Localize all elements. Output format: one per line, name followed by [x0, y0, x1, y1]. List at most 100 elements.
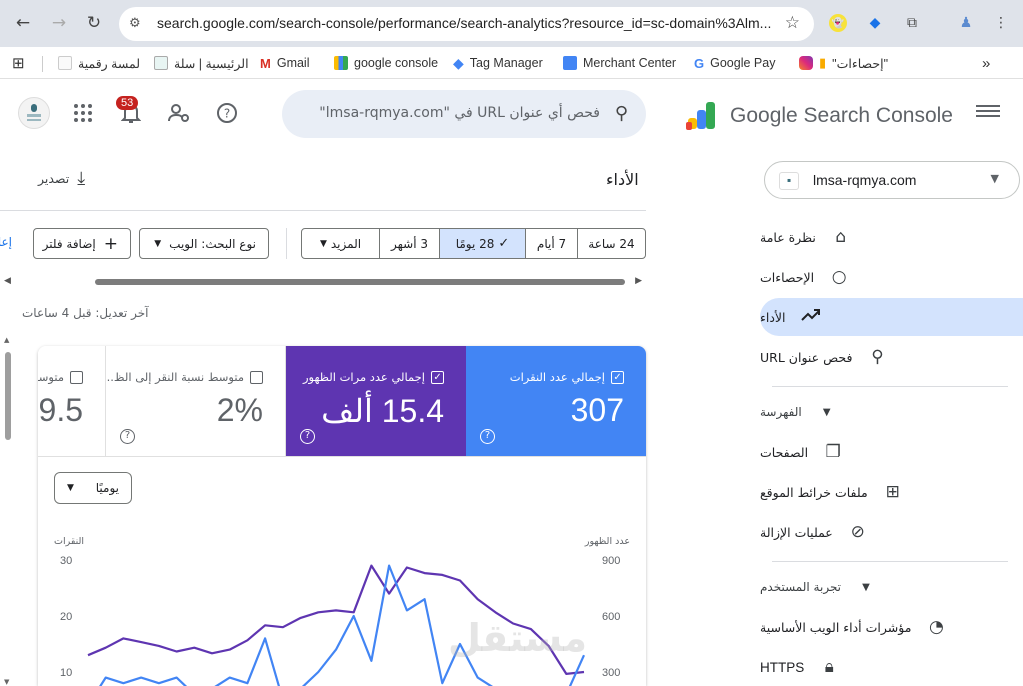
caret-down-icon: ▼: [67, 483, 74, 493]
sidebar-item-sitemaps[interactable]: ⊞ ملفات خرائط الموقع: [760, 473, 1023, 511]
bookmark-tag-manager[interactable]: ◆ Tag Manager: [453, 53, 543, 73]
bookmark-label: Tag Manager: [469, 56, 543, 70]
tag-extension-icon[interactable]: ◆: [864, 12, 886, 34]
search-type-filter[interactable]: نوع البحث: الويب ▼: [139, 228, 269, 259]
page-title: الأداء: [606, 170, 639, 189]
salla-icon: [154, 56, 168, 70]
sidebar-item-label: الصفحات: [760, 444, 809, 460]
scroll-up-icon[interactable]: ▲: [4, 336, 9, 344]
checkbox-checked-icon[interactable]: ✓: [611, 370, 624, 384]
account-avatar[interactable]: [18, 97, 50, 129]
bookmark-lamsa[interactable]: لمسة رقمية: [58, 53, 140, 73]
bookmark-analytics[interactable]: ▮ "إحصاءات": [799, 53, 888, 73]
checkbox-checked-icon[interactable]: ✓: [431, 370, 444, 384]
address-bar[interactable]: ⚙ search.google.com/search-console/perfo…: [119, 7, 814, 41]
merchant-center-icon: [563, 56, 577, 70]
lock-icon: 🔒︎: [824, 657, 834, 676]
property-selector[interactable]: ▪ lmsa-rqmya.com ▼: [764, 161, 1020, 199]
checkbox-unchecked-icon[interactable]: [250, 370, 263, 384]
bookmark-gmail[interactable]: M Gmail: [260, 53, 310, 73]
extensions-puzzle-icon[interactable]: ⧉: [901, 12, 923, 34]
help-icon[interactable]: ?: [480, 429, 495, 444]
bookmarks-overflow-icon[interactable]: »: [982, 53, 990, 73]
sidebar-item-https[interactable]: 🔒︎ HTTPS: [760, 648, 1023, 686]
search-type-label: نوع البحث: الويب: [169, 236, 256, 251]
help-icon[interactable]: ?: [214, 100, 240, 126]
add-filter-button[interactable]: + إضافة فلتر: [33, 228, 131, 259]
horizontal-scrollbar[interactable]: ◀ ▶: [0, 276, 646, 288]
bookmark-label: "إحصاءات": [832, 56, 888, 71]
search-placeholder: فحص أي عنوان URL في "lmsa-rqmya.com": [319, 105, 600, 121]
sidebar-item-core-web-vitals[interactable]: ◔ مؤشرات أداء الويب الأساسية: [760, 608, 1023, 646]
analytics-icon: ▮: [819, 55, 827, 70]
url-inspection-search[interactable]: فحص أي عنوان URL في "lmsa-rqmya.com" ⚲: [282, 90, 646, 138]
range-24h[interactable]: 24 ساعة: [577, 229, 645, 258]
metric-clicks[interactable]: ✓ إجمالي عدد النقرات 307 ?: [466, 346, 646, 456]
users-settings-icon[interactable]: [166, 100, 192, 126]
hamburger-menu-icon[interactable]: [976, 102, 1000, 122]
scrollbar-thumb[interactable]: [5, 352, 11, 440]
visibility-off-icon: ⊘: [850, 522, 865, 542]
forward-icon[interactable]: →: [46, 10, 72, 36]
metric-ctr[interactable]: متوسط نسبة النقر إلى الظ... 2% ?: [103, 346, 286, 456]
right-tick-label: 300: [602, 667, 620, 679]
address-url[interactable]: search.google.com/search-console/perform…: [157, 15, 777, 31]
lightbulb-icon: ○: [831, 267, 847, 287]
granularity-label: يوميًا: [95, 481, 119, 495]
sidebar-item-removals[interactable]: ⊘ عمليات الإزالة: [760, 513, 1023, 551]
lamsa-icon: [58, 56, 72, 70]
vertical-scrollbar[interactable]: ▲ ▼: [4, 336, 12, 686]
sidebar-item-label: نظرة عامة: [760, 229, 816, 245]
section-label: تجربة المستخدم: [760, 580, 842, 594]
sidebar-item-insights[interactable]: ○ الإحصاءات: [760, 258, 1023, 296]
range-label: 3 أشهر: [391, 236, 428, 251]
metric-value: 15.4 ألف: [321, 393, 444, 429]
granularity-dropdown[interactable]: يوميًا ▼: [54, 472, 132, 504]
search-icon[interactable]: ⚲: [615, 103, 628, 124]
export-button[interactable]: ⤓ تصدير: [38, 168, 85, 189]
instagram-icon: [799, 56, 813, 70]
plus-icon: +: [103, 233, 118, 254]
apps-grid-icon[interactable]: ⊞: [12, 53, 25, 73]
last-updated: آخر تعديل: قبل 4 ساعات: [22, 306, 149, 320]
scrollbar-thumb[interactable]: [95, 279, 625, 285]
profile-icon[interactable]: ♟: [955, 12, 977, 34]
sidebar-item-label: HTTPS: [760, 659, 805, 675]
caret-down-icon: ▼: [862, 581, 870, 593]
bookmark-google-pay[interactable]: G Google Pay: [694, 53, 775, 73]
range-more[interactable]: المزيد ▼: [302, 229, 379, 258]
metric-label: إجمالي عدد مرات الظهور: [303, 370, 425, 384]
browser-menu-icon[interactable]: ⋮: [990, 12, 1012, 34]
site-info-icon[interactable]: ⚙: [129, 16, 141, 31]
scroll-down-icon[interactable]: ▼: [4, 678, 9, 686]
bookmark-salla[interactable]: الرئيسية | سلة: [154, 53, 249, 73]
scroll-right-icon[interactable]: ▶: [635, 276, 642, 286]
google-icon: G: [694, 55, 705, 71]
range-7d[interactable]: 7 أيام: [525, 229, 577, 258]
sidebar-section-experience[interactable]: ▼ تجربة المستخدم: [760, 568, 1023, 606]
reset-filters-link[interactable]: إعا: [0, 235, 12, 249]
metric-impressions[interactable]: ✓ إجمالي عدد مرات الظهور 15.4 ألف ?: [286, 346, 466, 456]
checkbox-unchecked-icon[interactable]: [70, 370, 83, 384]
tag-manager-icon: ◆: [453, 54, 464, 71]
left-tick-label: 30: [60, 555, 72, 567]
snapchat-extension-icon[interactable]: 👻: [829, 14, 847, 32]
range-3m[interactable]: 3 أشهر: [379, 229, 439, 258]
bookmark-google-console[interactable]: google console: [334, 53, 438, 73]
reload-icon[interactable]: ↻: [81, 10, 107, 36]
range-28d[interactable]: ✓ 28 يومًا: [439, 229, 525, 258]
apps-grid-icon[interactable]: [70, 100, 96, 126]
bookmark-star-icon[interactable]: ☆: [785, 13, 800, 33]
sidebar-item-overview[interactable]: ⌂ نظرة عامة: [760, 218, 1023, 256]
metric-position[interactable]: متوسط 9.5: [38, 346, 106, 456]
back-icon[interactable]: ←: [10, 10, 36, 36]
help-icon[interactable]: ?: [120, 429, 135, 444]
sidebar-item-url-inspection[interactable]: ⚲ فحص عنوان URL: [760, 338, 1023, 376]
range-label: 24 ساعة: [588, 236, 635, 251]
sidebar-item-performance[interactable]: الأداء: [760, 298, 1023, 336]
help-icon[interactable]: ?: [300, 429, 315, 444]
bookmark-merchant-center[interactable]: Merchant Center: [563, 53, 676, 73]
scroll-left-icon[interactable]: ◀: [4, 276, 11, 286]
sidebar-section-indexing[interactable]: ▼ الفهرسة: [760, 393, 1023, 431]
sidebar-item-pages[interactable]: ❐ الصفحات: [760, 433, 1023, 471]
